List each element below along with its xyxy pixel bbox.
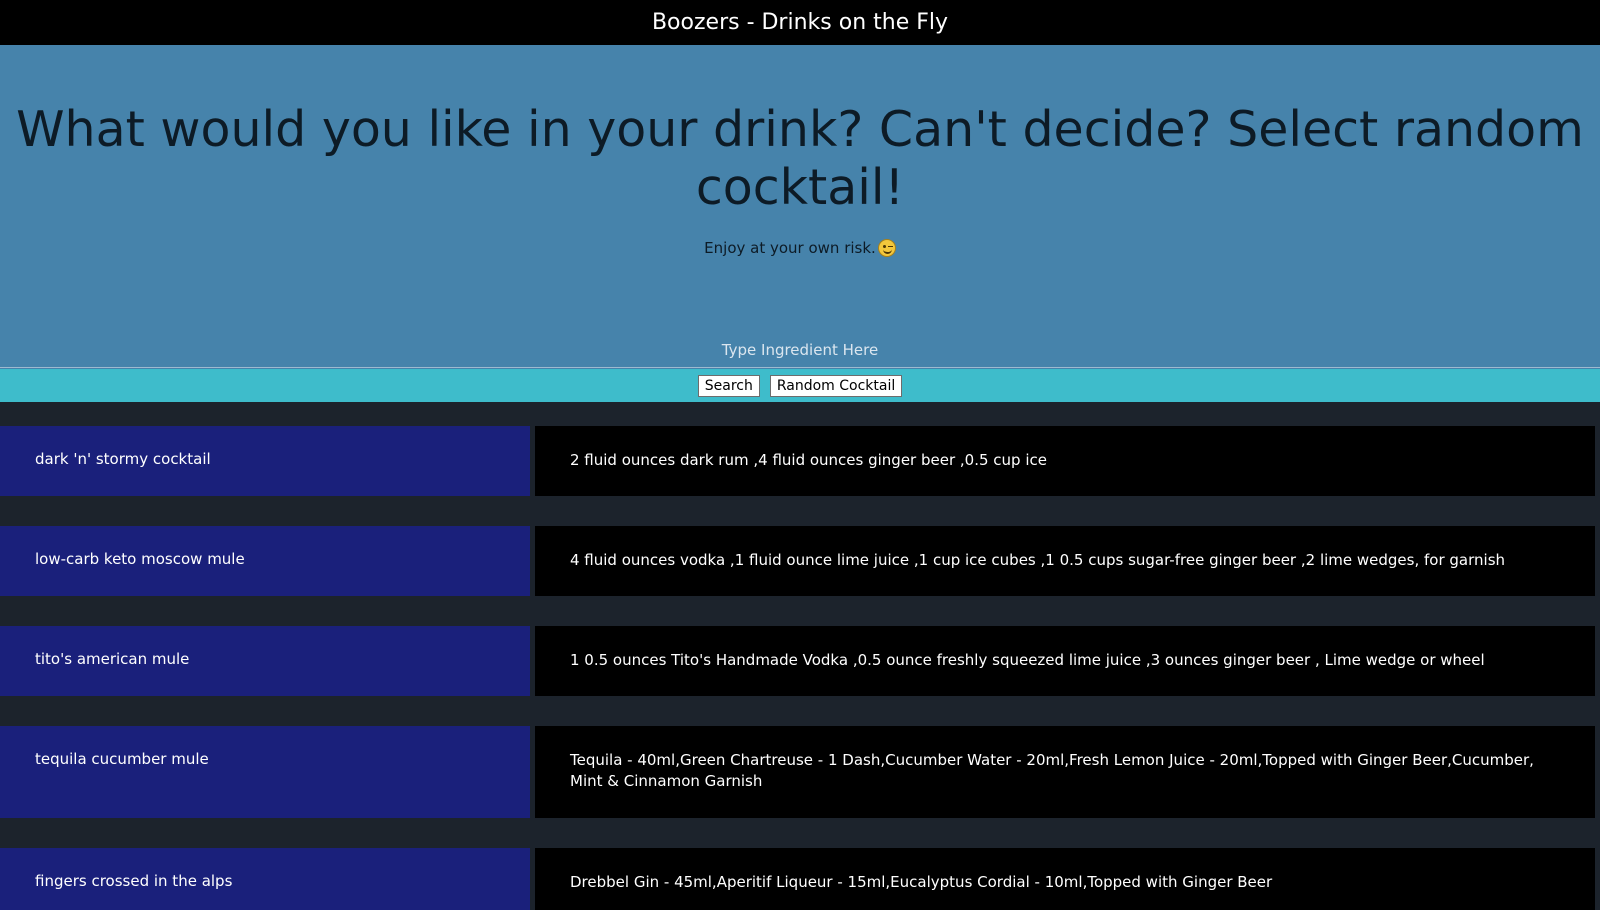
cocktail-ingredients: 1 0.5 ounces Tito's Handmade Vodka ,0.5 …	[535, 626, 1595, 696]
tagline: Enjoy at your own risk.	[0, 239, 1600, 257]
result-row: fingers crossed in the alps Drebbel Gin …	[0, 848, 1600, 910]
random-cocktail-button[interactable]: Random Cocktail	[769, 374, 903, 397]
search-button[interactable]: Search	[697, 374, 760, 397]
cocktail-name[interactable]: tito's american mule	[0, 626, 530, 696]
page-headline: What would you like in your drink? Can't…	[16, 101, 1584, 216]
result-row: tequila cucumber mule Tequila - 40ml,Gre…	[0, 726, 1600, 818]
result-row: low-carb keto moscow mule 4 fluid ounces…	[0, 526, 1600, 596]
hero-section: What would you like in your drink? Can't…	[0, 45, 1600, 369]
cocktail-name[interactable]: fingers crossed in the alps	[0, 848, 530, 910]
ingredient-search-input[interactable]	[0, 332, 1600, 368]
cocktail-ingredients: Drebbel Gin - 45ml,Aperitif Liqueur - 15…	[535, 848, 1595, 910]
cocktail-name[interactable]: dark 'n' stormy cocktail	[0, 426, 530, 496]
app-header: Boozers - Drinks on the Fly	[0, 0, 1600, 45]
wink-emoji-icon	[877, 239, 896, 257]
cocktail-ingredients: Tequila - 40ml,Green Chartreuse - 1 Dash…	[535, 726, 1595, 818]
results-list: dark 'n' stormy cocktail 2 fluid ounces …	[0, 402, 1600, 910]
result-row: dark 'n' stormy cocktail 2 fluid ounces …	[0, 426, 1600, 496]
result-row: tito's american mule 1 0.5 ounces Tito's…	[0, 626, 1600, 696]
cocktail-ingredients: 2 fluid ounces dark rum ,4 fluid ounces …	[535, 426, 1595, 496]
cocktail-name[interactable]: tequila cucumber mule	[0, 726, 530, 818]
app-title: Boozers - Drinks on the Fly	[651, 10, 949, 35]
cocktail-name[interactable]: low-carb keto moscow mule	[0, 526, 530, 596]
cocktail-ingredients: 4 fluid ounces vodka ,1 fluid ounce lime…	[535, 526, 1595, 596]
tagline-text: Enjoy at your own risk.	[704, 239, 876, 257]
search-actions: Search Random Cocktail	[0, 369, 1600, 402]
